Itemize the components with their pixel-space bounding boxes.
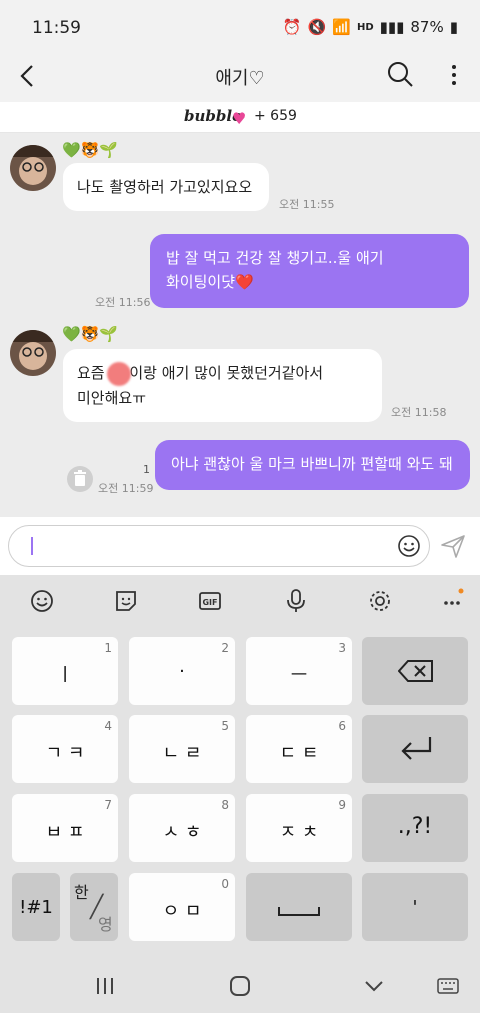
language-toggle-key[interactable]: 한 ╱ 영 — [70, 873, 118, 941]
message-bubble-incoming[interactable]: 요즘 이랑 애기 많이 못했던거같아서 미안해요ㅠ — [63, 349, 382, 422]
send-button[interactable] — [440, 533, 466, 559]
message-bubble-incoming[interactable]: 나도 촬영하러 가고있지요오 — [63, 163, 269, 211]
hide-keyboard-button[interactable] — [362, 976, 386, 996]
space-key[interactable] — [246, 873, 352, 941]
unread-count: 1 — [143, 463, 150, 476]
avatar[interactable] — [10, 330, 56, 376]
key-2[interactable]: 2 · — [129, 637, 235, 705]
key-7[interactable]: 7 ㅂ ㅍ — [12, 794, 118, 862]
heart-icon: ♥ — [232, 109, 247, 128]
sticker-icon — [116, 591, 136, 611]
clock: 11:59 — [32, 18, 81, 38]
more-vertical-icon — [452, 65, 456, 85]
punctuation-key[interactable]: .,?! — [362, 794, 468, 862]
space-icon — [278, 907, 320, 916]
more-horizontal-icon — [444, 588, 464, 605]
key-6[interactable]: 6 ㄷ ㅌ — [246, 715, 352, 783]
svg-text:GIF: GIF — [202, 598, 217, 607]
battery-icon: ▮ — [449, 18, 458, 36]
symbols-key[interactable]: !#1 — [12, 873, 60, 941]
emoji-button[interactable] — [397, 534, 421, 558]
recent-apps-icon — [97, 978, 113, 994]
delete-button[interactable] — [67, 466, 93, 492]
enter-icon — [401, 737, 432, 760]
search-icon — [388, 62, 413, 87]
trash-icon — [74, 470, 86, 486]
keyboard-switch-button[interactable] — [436, 976, 460, 996]
redacted-blur — [107, 361, 132, 386]
smiley-icon — [31, 590, 53, 612]
emoji-keyboard-button[interactable] — [28, 587, 56, 615]
avatar[interactable] — [10, 145, 56, 191]
backspace-icon — [398, 660, 433, 682]
key-5[interactable]: 5 ㄴ ㄹ — [129, 715, 235, 783]
enter-key[interactable] — [362, 715, 468, 783]
recent-apps-button[interactable] — [92, 976, 118, 996]
key-3[interactable]: 3 ㅡ — [246, 637, 352, 705]
message-time: 오전 11:56 — [95, 296, 151, 309]
key-4[interactable]: 4 ㄱ ㅋ — [12, 715, 118, 783]
hd-voice-badge: HD — [356, 21, 374, 33]
apostrophe-key[interactable]: ' — [362, 873, 468, 941]
message-input[interactable] — [8, 525, 430, 567]
key-9[interactable]: 9 ㅈ ㅊ — [246, 794, 352, 862]
home-button[interactable] — [228, 974, 252, 998]
message-time: 오전 11:58 — [391, 406, 447, 419]
keyboard-more-button[interactable] — [440, 587, 468, 615]
signal-icon: ▮▮▮ — [379, 18, 405, 36]
wifi-icon: 📶 — [332, 18, 351, 36]
home-icon — [230, 976, 250, 996]
battery-percent: 87% — [410, 18, 444, 36]
gif-button[interactable]: GIF — [196, 587, 224, 615]
keyboard-icon — [437, 978, 459, 994]
message-bubble-outgoing[interactable]: 아냐 괜찮아 울 마크 바쁘니까 편할때 와도 돼 — [155, 440, 470, 490]
message-text: 밥 잘 먹고 건강 잘 챙기고..울 애기 — [166, 249, 384, 267]
message-text-line2: 화이팅이댯❤️ — [166, 273, 254, 291]
message-bubble-outgoing[interactable]: 밥 잘 먹고 건강 잘 챙기고..울 애기 화이팅이댯❤️ — [150, 234, 469, 308]
more-options-button[interactable] — [444, 62, 464, 88]
profile-emojis: 💚🐯🌱 — [62, 325, 119, 343]
status-bar: 11:59 ⏰ 🔇 📶 HD ▮▮▮ 87% ▮ — [0, 0, 480, 58]
key-8[interactable]: 8 ㅅ ㅎ — [129, 794, 235, 862]
key-0[interactable]: 0 ㅇ ㅁ — [129, 873, 235, 941]
voice-input-button[interactable] — [282, 587, 310, 615]
microphone-icon — [287, 589, 305, 612]
message-text: 아냐 괜찮아 울 마크 바쁘니까 편할때 와도 돼 — [171, 455, 453, 473]
bubble-banner[interactable]: bubble ♥ + 659 — [0, 102, 480, 133]
keyboard-settings-button[interactable] — [366, 587, 394, 615]
text-cursor — [31, 537, 33, 555]
gif-icon: GIF — [199, 592, 221, 610]
message-time: 오전 11:59 — [98, 482, 154, 495]
chat-area[interactable]: 💚🐯🌱 나도 촬영하러 가고있지요오 오전 11:55 밥 잘 먹고 건강 잘 … — [0, 133, 480, 517]
message-text: 요즘 이랑 애기 많이 못했던거같아서 — [77, 361, 368, 386]
status-icons: ⏰ 🔇 📶 HD ▮▮▮ 87% ▮ — [283, 18, 458, 36]
message-time: 오전 11:55 — [279, 198, 335, 211]
input-bar — [0, 517, 480, 575]
send-icon — [441, 535, 465, 558]
navigation-bar — [0, 958, 480, 1013]
chevron-down-icon — [365, 981, 383, 992]
sticker-button[interactable] — [112, 587, 140, 615]
smiley-icon — [398, 535, 420, 557]
message-text: 나도 촬영하러 가고있지요오 — [77, 178, 253, 196]
bubble-count: + 659 — [254, 108, 297, 124]
key-1[interactable]: 1 ㅣ — [12, 637, 118, 705]
keyboard: GIF 1 ㅣ 2 · 3 ㅡ 4 ㄱ ㅋ 5 ㄴ ㄹ 6 ㄷ ㅌ 7 ㅂ ㅍ … — [0, 575, 480, 958]
backspace-key[interactable] — [362, 637, 468, 705]
message-text-line2: 미안해요ㅠ — [77, 388, 147, 407]
gear-icon — [370, 591, 390, 611]
chat-header: 애기♡ — [0, 58, 480, 102]
alarm-icon: ⏰ — [282, 18, 302, 36]
search-button[interactable] — [386, 60, 414, 88]
mute-icon: 🔇 — [307, 18, 327, 36]
profile-emojis: 💚🐯🌱 — [62, 141, 119, 159]
